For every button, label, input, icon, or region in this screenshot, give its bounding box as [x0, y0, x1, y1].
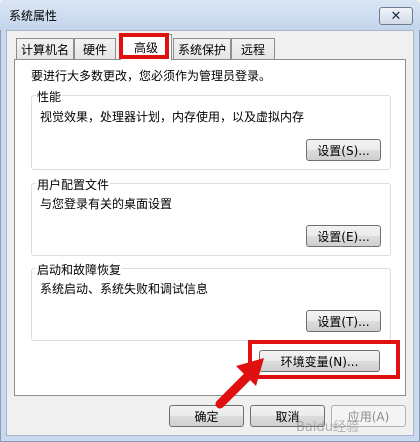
watermark-logo: Baidu经验: [296, 420, 359, 435]
tab-label: 系统保护: [177, 42, 226, 57]
startup-settings-button[interactable]: 设置(T)...: [306, 310, 381, 332]
user-profiles-desc: 与您登录有关的桌面设置: [40, 197, 173, 211]
pointer-arrow-icon: [215, 358, 264, 409]
tab-label: 远程: [240, 42, 265, 57]
close-icon: ✕: [390, 8, 402, 24]
tab-hardware[interactable]: 硬件: [74, 38, 116, 59]
performance-title: 性能: [36, 88, 63, 105]
performance-desc: 视觉效果，处理器计划，内存使用，以及虚拟内存: [40, 110, 305, 124]
user-profiles-settings-button[interactable]: 设置(E)...: [306, 225, 381, 247]
tab-remote[interactable]: 远程: [231, 38, 275, 59]
tab-system-protection[interactable]: 系统保护: [173, 38, 231, 59]
advanced-tab-highlight: [119, 33, 169, 59]
admin-notice: 要进行大多数更改，您必须作为管理员登录。: [31, 69, 272, 83]
tab-computer-name[interactable]: 计算机名: [16, 38, 74, 59]
user-profiles-title: 用户配置文件: [36, 176, 111, 193]
performance-settings-button[interactable]: 设置(S)...: [306, 139, 381, 161]
title-bar: 系统属性 ✕: [0, 0, 420, 30]
window-title: 系统属性: [9, 9, 58, 23]
tab-label: 计算机名: [20, 42, 69, 57]
startup-recovery-desc: 系统启动、系统失败和调试信息: [40, 282, 209, 296]
tab-label: 硬件: [82, 42, 107, 57]
close-button[interactable]: ✕: [379, 7, 413, 25]
startup-recovery-title: 启动和故障恢复: [36, 261, 123, 278]
